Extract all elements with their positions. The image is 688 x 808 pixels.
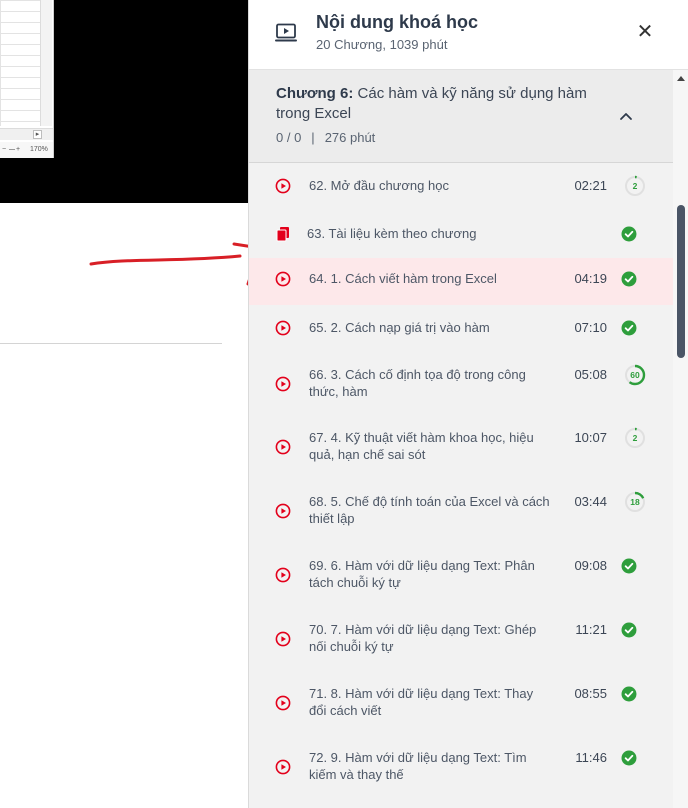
lesson-duration: 03:44	[574, 494, 607, 509]
chapter-meta: 0 / 0 | 276 phút	[276, 130, 375, 145]
progress-value: 60	[630, 370, 640, 380]
play-circle-icon	[275, 503, 291, 519]
lesson-row[interactable]: 66. 3. Cách cố định tọa độ trong công th…	[249, 352, 673, 415]
scrollbar-thumb[interactable]	[677, 205, 685, 358]
spreadsheet-preview: ▸ − + 170%	[0, 0, 54, 158]
chapter-header[interactable]: Chương 6: Các hàm và kỹ năng sử dụng hàm…	[249, 70, 673, 163]
lesson-title: 65. 2. Cách nạp giá trị vào hàm	[309, 320, 490, 335]
progress-ring: 2	[624, 175, 646, 197]
chapter-progress: 0 / 0	[276, 130, 302, 145]
play-circle-icon	[275, 631, 291, 647]
spreadsheet-horizontal-scrollbar: ▸	[0, 128, 53, 140]
lesson-row[interactable]: 68. 5. Chế độ tính toán của Excel và các…	[249, 479, 673, 543]
lesson-duration: 02:21	[574, 178, 607, 193]
laptop-play-icon	[275, 23, 297, 42]
chapter-label: Chương 6:	[276, 85, 354, 102]
sidebar-header: Nội dung khoá học 20 Chương, 1039 phút ✕	[249, 0, 688, 70]
lesson-duration: 05:08	[574, 367, 607, 382]
lesson-row[interactable]: 71. 8. Hàm với dữ liệu dạng Text: Thay đ…	[249, 671, 673, 735]
sidebar-title: Nội dung khoá học	[316, 12, 478, 32]
lesson-duration: 10:07	[574, 430, 607, 445]
lesson-row[interactable]: 62. Mở đầu chương học 02:21 2	[249, 163, 673, 210]
lesson-row[interactable]: 63. Tài liệu kèm theo chương	[249, 210, 673, 258]
play-circle-icon	[275, 320, 291, 336]
play-circle-icon	[275, 178, 291, 194]
completed-check-icon	[621, 558, 637, 574]
lesson-title: 71. 8. Hàm với dữ liệu dạng Text: Thay đ…	[309, 686, 534, 718]
chapter-title: Chương 6: Các hàm và kỹ năng sử dụng hàm…	[276, 84, 616, 124]
lesson-duration: 11:21	[575, 622, 607, 637]
lesson-duration: 07:10	[574, 320, 607, 335]
close-icon: ✕	[636, 21, 654, 43]
completed-check-icon	[621, 226, 637, 242]
sidebar-scrollbar[interactable]	[673, 70, 688, 808]
play-circle-icon	[275, 271, 291, 287]
lesson-row[interactable]: 65. 2. Cách nạp giá trị vào hàm 07:10	[249, 305, 673, 352]
lesson-title: 69. 6. Hàm với dữ liệu dạng Text: Phân t…	[309, 558, 535, 590]
close-button[interactable]: ✕	[631, 18, 659, 46]
chevron-up-icon[interactable]	[614, 106, 638, 126]
completed-check-icon	[621, 686, 637, 702]
video-player[interactable]: ▸ − + 170%	[0, 0, 248, 203]
lesson-title: 63. Tài liệu kèm theo chương	[307, 226, 477, 241]
play-circle-icon	[275, 439, 291, 455]
lesson-duration: 09:08	[574, 558, 607, 573]
lesson-duration: 11:46	[575, 750, 607, 765]
play-circle-icon	[275, 759, 291, 775]
lesson-row[interactable]: 64. 1. Cách viết hàm trong Excel 04:19	[249, 258, 673, 305]
lesson-row[interactable]: 67. 4. Kỹ thuật viết hàm khoa học, hiệu …	[249, 415, 673, 479]
progress-value: 2	[633, 181, 638, 191]
progress-ring: 18	[624, 491, 646, 513]
document-icon	[276, 227, 289, 242]
spreadsheet-status-bar: − + 170%	[0, 142, 53, 158]
lesson-row[interactable]: 72. 9. Hàm với dữ liệu dạng Text: Tìm ki…	[249, 735, 673, 799]
lesson-title: 72. 9. Hàm với dữ liệu dạng Text: Tìm ki…	[309, 750, 527, 782]
completed-check-icon	[621, 750, 637, 766]
zoom-out-icon: −	[2, 146, 7, 153]
scroll-up-icon[interactable]	[677, 76, 685, 81]
progress-ring: 2	[624, 427, 646, 449]
play-circle-icon	[275, 376, 291, 392]
progress-value: 2	[633, 433, 638, 443]
chapter-duration: 276 phút	[324, 130, 376, 145]
course-content-sidebar: Nội dung khoá học 20 Chương, 1039 phút ✕…	[248, 0, 688, 808]
completed-check-icon	[621, 320, 637, 336]
zoom-level: 170%	[30, 146, 48, 153]
content-pane: ▸ − + 170%	[0, 0, 248, 808]
course-summary: 20 Chương, 1039 phút	[316, 37, 448, 52]
play-circle-icon	[275, 567, 291, 583]
completed-check-icon	[621, 622, 637, 638]
scroll-right-icon: ▸	[33, 130, 42, 139]
lesson-row[interactable]: 69. 6. Hàm với dữ liệu dạng Text: Phân t…	[249, 543, 673, 607]
annotation-arrow	[89, 242, 262, 286]
lesson-title: 66. 3. Cách cố định tọa độ trong công th…	[309, 367, 526, 399]
zoom-in-icon: +	[16, 146, 21, 153]
play-circle-icon	[275, 695, 291, 711]
completed-check-icon	[621, 271, 637, 287]
lesson-duration: 04:19	[574, 271, 607, 286]
lesson-title: 64. 1. Cách viết hàm trong Excel	[309, 271, 497, 286]
lesson-title: 67. 4. Kỹ thuật viết hàm khoa học, hiệu …	[309, 430, 534, 462]
lesson-title: 62. Mở đầu chương học	[309, 178, 449, 193]
progress-value: 18	[630, 497, 640, 507]
app-stage: ▸ − + 170% Nội dung khoá học 20 Chương, …	[0, 0, 688, 808]
lesson-row[interactable]: 70. 7. Hàm với dữ liệu dạng Text: Ghép n…	[249, 607, 673, 671]
spreadsheet-grid	[0, 0, 40, 126]
lesson-duration: 08:55	[574, 686, 607, 701]
zoom-slider	[9, 149, 15, 150]
content-divider	[0, 343, 222, 344]
lesson-title: 68. 5. Chế độ tính toán của Excel và các…	[309, 494, 550, 526]
chapter-meta-separator: |	[311, 130, 315, 145]
progress-ring: 60	[624, 364, 646, 386]
spreadsheet-vertical-scrollbar	[40, 0, 52, 126]
lesson-title: 70. 7. Hàm với dữ liệu dạng Text: Ghép n…	[309, 622, 537, 654]
